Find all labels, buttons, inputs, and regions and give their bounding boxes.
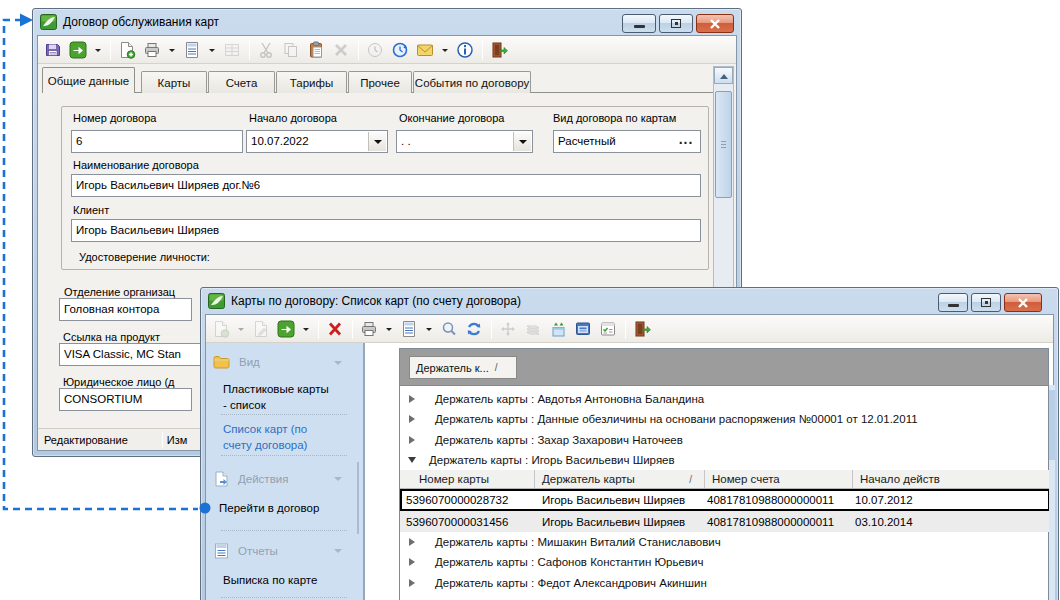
annotation-arrow <box>0 0 1060 600</box>
